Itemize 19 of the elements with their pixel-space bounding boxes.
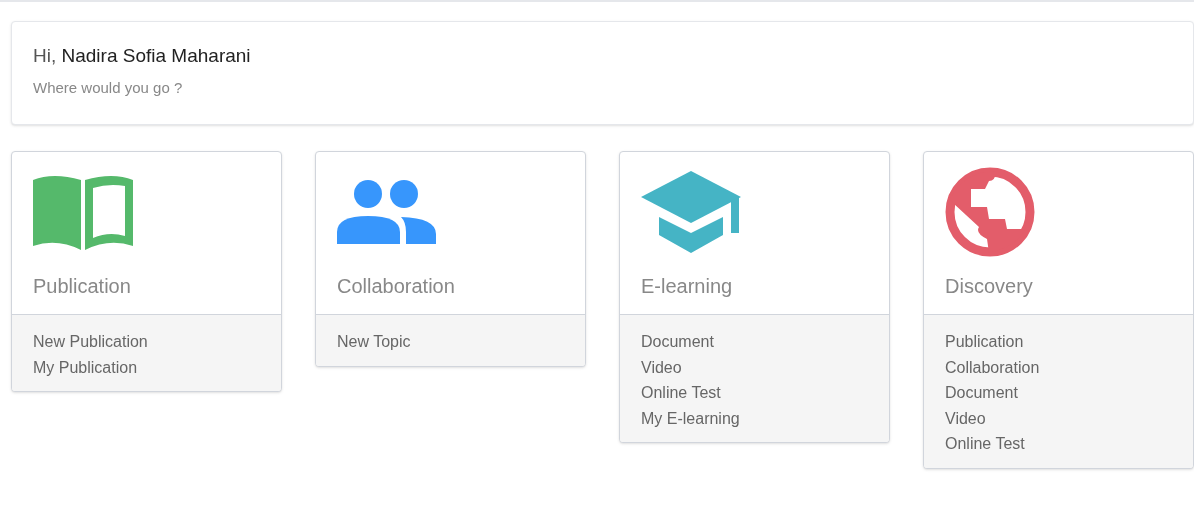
menu-link[interactable]: Publication (945, 329, 1024, 355)
menu-link[interactable]: My Publication (33, 354, 138, 380)
card-title: E-learning (641, 274, 733, 299)
subtitle: Where would you go ? (33, 78, 184, 98)
menu-link[interactable]: My E-learning (641, 405, 740, 431)
menu-link[interactable]: Video (641, 354, 682, 380)
card-title: Collaboration (337, 274, 455, 299)
menu-link[interactable]: New Publication (33, 329, 148, 355)
greeting-text: Hi, (33, 45, 57, 66)
card-title: Discovery (945, 274, 1033, 299)
user-name: Nadira Sofia Maharani (61, 45, 251, 66)
menu-link[interactable]: New Topic (337, 329, 411, 355)
card-title: Publication (33, 274, 131, 299)
menu-link[interactable]: Video (945, 405, 986, 431)
menu-link[interactable]: Document (641, 329, 714, 355)
menu-link[interactable]: Online Test (945, 431, 1025, 457)
menu-link[interactable]: Collaboration (945, 354, 1040, 380)
menu-link[interactable]: Online Test (641, 380, 721, 406)
menu-link[interactable]: Document (945, 380, 1018, 406)
